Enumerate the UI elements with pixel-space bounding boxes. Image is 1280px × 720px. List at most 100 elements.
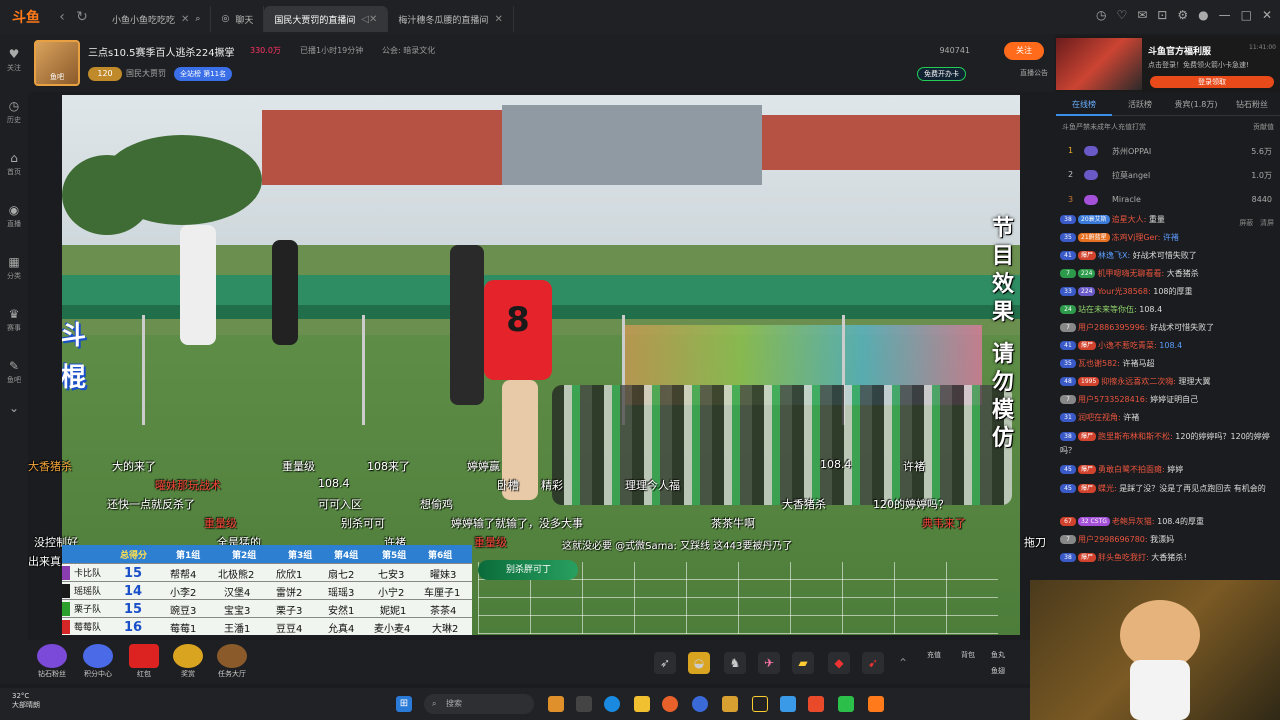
tab-search[interactable]: 小鱼小鱼吃吃吃 ✕ ⌕: [102, 6, 212, 32]
chat-nick[interactable]: 林逸飞X:: [1098, 251, 1130, 260]
gift-gold-icon[interactable]: ▰: [792, 652, 814, 674]
chat-nick[interactable]: 跑里斯布林和斯不松:: [1098, 432, 1173, 441]
clock-icon[interactable]: ◷: [1096, 8, 1106, 22]
chat-message[interactable]: 7 用户2886395996: 好战术可惜失败了: [1060, 322, 1274, 336]
gift-plane-icon[interactable]: ✈: [758, 652, 780, 674]
chat-nick[interactable]: 老鲍异灰猫:: [1112, 517, 1155, 526]
mute-icon[interactable]: ◁✕: [361, 14, 377, 25]
taskbar-search[interactable]: ⌕ 搜索: [424, 694, 534, 714]
gift-expand-icon[interactable]: ⌃: [892, 652, 914, 674]
settings-icon[interactable]: ⚙: [1177, 8, 1188, 22]
sidebar-item-fishbar[interactable]: ✎ 鱼吧: [0, 346, 28, 398]
chat-nick[interactable]: 胖头鱼吃我打:: [1098, 553, 1149, 562]
chat-message[interactable]: 35 21蔚蓝星 冻鸡Vj理Ger: 许褚: [1060, 232, 1274, 246]
chat-message[interactable]: 7 用户5733528416: 婷婷证明自己: [1060, 394, 1274, 408]
diamond-fans-button[interactable]: 钻石粉丝: [34, 644, 70, 679]
close-icon[interactable]: ✕: [181, 14, 189, 25]
file-explorer-icon[interactable]: [634, 696, 650, 712]
tab-live-room-2[interactable]: 梅汁穗冬瓜腰的直播间 ✕: [388, 6, 514, 32]
douyu-logo[interactable]: 斗鱼: [0, 0, 52, 34]
points-center-button[interactable]: 积分中心: [80, 644, 116, 679]
user-avatar-icon[interactable]: ●: [1198, 8, 1208, 22]
sidebar-item-events[interactable]: ♛ 赛事: [0, 294, 28, 346]
task-hall-button[interactable]: 任务大厅: [214, 644, 250, 679]
taskbar-app-icon[interactable]: [548, 696, 564, 712]
back-icon[interactable]: ‹: [52, 9, 72, 25]
wechat-icon[interactable]: [838, 696, 854, 712]
refresh-icon[interactable]: ↻: [72, 9, 92, 25]
tab-vip[interactable]: 贵宾(1.8万): [1168, 96, 1224, 116]
chat-nick[interactable]: 用户2998696780:: [1078, 535, 1148, 544]
leaderboard-row[interactable]: 2 拉莫angel 1.0万: [1056, 164, 1280, 186]
chat-message[interactable]: 35 瓦也谢582: 许褚马超: [1060, 358, 1274, 372]
close-window-icon[interactable]: ✕: [1262, 8, 1272, 22]
room-notice-link[interactable]: 直播公告: [1020, 68, 1048, 78]
promo-banner[interactable]: 斗鱼官方福利服 点击登录！免费领火箭小卡急速! 登录领取 11:41:00: [1056, 36, 1280, 92]
chat-nick[interactable]: 小逸不惹吃青菜:: [1098, 341, 1157, 350]
chat-nick[interactable]: 蝶光:: [1098, 484, 1117, 493]
chat-nick[interactable]: 机甲嗯嗨无聊看看:: [1097, 269, 1164, 278]
chat-message[interactable]: 31 润吧在视角: 许褚: [1060, 412, 1274, 426]
chat-nick[interactable]: 润吧在视角:: [1078, 413, 1121, 422]
gift-car-icon[interactable]: ◆: [828, 652, 850, 674]
chat-nick[interactable]: 用户2886395996:: [1078, 323, 1148, 332]
recharge-button[interactable]: 充值: [916, 650, 952, 660]
leaderboard-row[interactable]: 1 苏州OPPAI 5.6万: [1056, 140, 1280, 162]
sidebar-collapse[interactable]: ⌄: [0, 398, 28, 418]
chat-message[interactable]: 41 爆尸 小逸不惹吃青菜: 108.4: [1060, 340, 1274, 354]
maximize-icon[interactable]: □: [1241, 8, 1252, 22]
sidebar-item-follow[interactable]: ♥ 关注: [0, 34, 28, 86]
tab-active-rank[interactable]: 活跃榜: [1112, 96, 1168, 116]
rank-badge[interactable]: 全站榜 第11名: [174, 67, 233, 81]
chat-nick[interactable]: Your光38568:: [1097, 287, 1150, 296]
heart-icon[interactable]: ♡: [1116, 8, 1127, 22]
douyu-app-icon[interactable]: [868, 696, 884, 712]
gift-helmet-icon[interactable]: ◒: [688, 652, 710, 674]
firefox-icon[interactable]: [662, 696, 678, 712]
gift-baton-icon[interactable]: ➶: [654, 652, 676, 674]
windows-start-icon[interactable]: ⊞: [396, 696, 412, 712]
chat-message[interactable]: 38 爆尸 胖头鱼吃我打: 大香猪杀！: [1060, 552, 1274, 566]
app-icon[interactable]: [722, 696, 738, 712]
free-card-button[interactable]: 免费开办卡: [917, 67, 966, 81]
chat-message[interactable]: 48 1995 抑擦永远喜欢二次嗨: 理理大翼: [1060, 376, 1274, 390]
app-icon[interactable]: [780, 696, 796, 712]
chat-message[interactable]: 67 32 CSTG 老鲍异灰猫: 108.4的厚重: [1060, 516, 1274, 530]
message-icon[interactable]: ✉: [1137, 8, 1147, 22]
chat-nick[interactable]: 冻鸡Vj理Ger:: [1112, 233, 1161, 242]
chat-nick[interactable]: 勇敢白鹭不拍面瘫:: [1098, 465, 1165, 474]
chat-message[interactable]: 7 224 机甲嗯嗨无聊看看: 大香猪杀: [1060, 268, 1274, 282]
chat-nick[interactable]: 站在未来等你伍:: [1078, 305, 1137, 314]
tab-online-rank[interactable]: 在线榜: [1056, 96, 1112, 116]
chat-nick[interactable]: 瓦也谢582:: [1078, 359, 1120, 368]
streamer-avatar[interactable]: 鱼吧: [34, 40, 80, 86]
chat-message[interactable]: 38 20衰艾斯 追星大人: 重量: [1060, 214, 1274, 228]
close-icon[interactable]: ✕: [494, 14, 502, 25]
weather-widget[interactable]: 32°C 大部晴朗: [12, 692, 40, 710]
chat-nick[interactable]: 用户5733528416:: [1078, 395, 1148, 404]
chat-message[interactable]: 41 爆尸 林逸飞X: 好战术可惜失败了: [1060, 250, 1274, 264]
minimize-icon[interactable]: —: [1219, 8, 1231, 22]
sidebar-item-live[interactable]: ◉ 直播: [0, 190, 28, 242]
promo-claim-button[interactable]: 登录领取: [1150, 76, 1274, 88]
reward-button[interactable]: 奖赏: [170, 644, 206, 679]
sidebar-item-history[interactable]: ◷ 历史: [0, 86, 28, 138]
chat-message[interactable]: 45 爆尸 蝶光: 是踩了没？没是了再见点跑回去 有机会的: [1060, 482, 1274, 510]
sidebar-item-home[interactable]: ⌂ 首页: [0, 138, 28, 190]
app-icon[interactable]: [808, 696, 824, 712]
tab-chat[interactable]: ◎ 聊天: [211, 6, 265, 32]
gift-rocket-icon[interactable]: ➹: [862, 652, 884, 674]
red-packet-button[interactable]: 红包: [126, 644, 162, 679]
chat-message[interactable]: 7 用户2998696780: 我漂妈: [1060, 534, 1274, 548]
chat-message[interactable]: 38 爆尸 跑里斯布林和斯不松: 120的婷婷吗？120的婷婷吗？: [1060, 430, 1274, 458]
chat-message[interactable]: 24 站在未来等你伍: 108.4: [1060, 304, 1274, 318]
search-icon[interactable]: ⌕: [195, 14, 200, 24]
chat-nick[interactable]: 抑擦永远喜欢二次嗨:: [1101, 377, 1176, 386]
app-icon[interactable]: [752, 696, 768, 712]
gift-character-icon[interactable]: ♞: [724, 652, 746, 674]
tab-diamond-fans[interactable]: 钻石粉丝: [1224, 96, 1280, 116]
leaderboard-row[interactable]: 3 Miracle 8440: [1056, 189, 1280, 211]
follow-button[interactable]: 关注: [1004, 42, 1044, 60]
sidebar-item-category[interactable]: ▦ 分类: [0, 242, 28, 294]
screenshot-icon[interactable]: ⊡: [1157, 8, 1167, 22]
